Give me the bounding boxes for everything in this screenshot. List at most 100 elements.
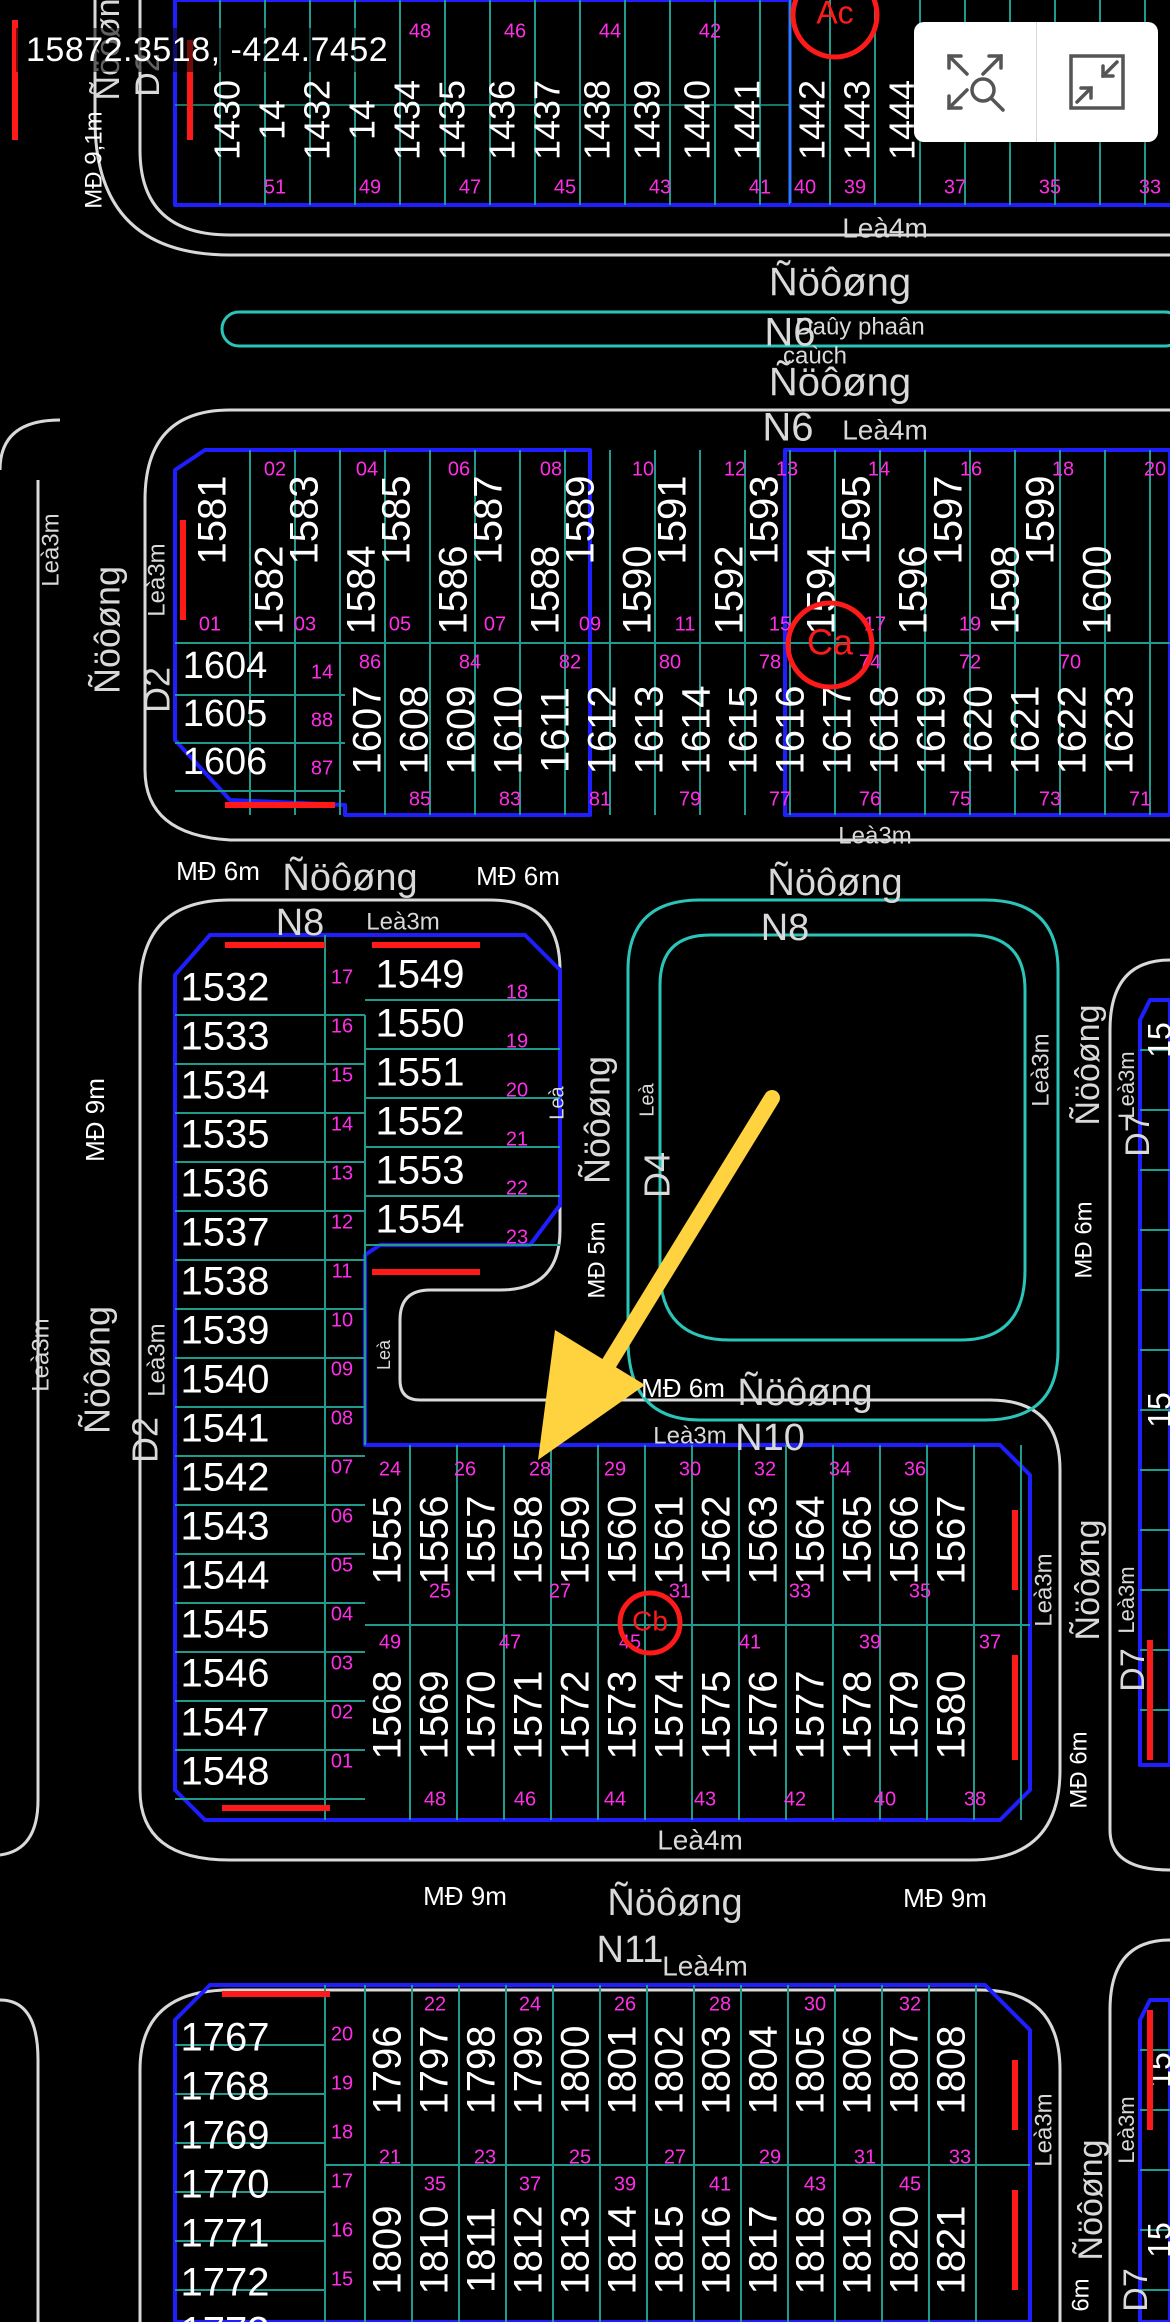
street-name: Ñöôøng (767, 861, 902, 904)
lot-number: 1582 (248, 546, 292, 635)
street-name: D7 (1119, 1113, 1157, 1156)
lot-number: 1620 (957, 686, 1001, 775)
lot-id: 49 (359, 176, 381, 198)
exit-fullscreen-button[interactable] (1035, 22, 1159, 142)
lot-number: 1805 (789, 2026, 833, 2115)
lot-id: 73 (1039, 788, 1061, 810)
lot-number: 1606 (183, 741, 268, 783)
street-name: Ñöôøng (77, 1306, 118, 1434)
lot-number: 1557 (460, 1496, 504, 1585)
lot-number: 1581 (191, 476, 235, 565)
lot-number: 1559 (554, 1496, 598, 1585)
street-name: D7 (1114, 1648, 1152, 1691)
lot-number: 1615 (722, 686, 766, 775)
cad-map-viewer[interactable]: 1430 14 1432 14 1434 1435 1436 1437 1438 1439 1440… (0, 0, 1170, 2322)
lot-id: 05 (389, 613, 411, 635)
lot-id: 16 (331, 1015, 353, 1037)
lot-number: 15 (1141, 2222, 1170, 2258)
lot-number: 1613 (628, 686, 672, 775)
lot-number: 1604 (183, 645, 268, 687)
lot-id: 10 (632, 458, 654, 480)
lot-number: 1610 (487, 686, 531, 775)
lot-number: 1816 (695, 2206, 739, 2295)
lot-number: 1553 (376, 1149, 465, 1193)
lot-id: 14 (311, 661, 333, 683)
lot-id: 16 (960, 458, 982, 480)
lot-id: 12 (724, 458, 746, 480)
lot-number: 1430 (207, 80, 248, 160)
road-width-label: MĐ 6m (1070, 1201, 1097, 1278)
lot-id: 46 (514, 1788, 536, 1810)
lot-number: 1560 (601, 1496, 645, 1585)
sidewalk-label: Leà3m (1114, 2096, 1139, 2163)
lot-number: 1809 (366, 2206, 410, 2295)
lot-number: 1616 (769, 686, 813, 775)
lot-number: 1611 (534, 687, 578, 773)
lot-number: 1821 (930, 2206, 974, 2295)
lot-number: 1617 (816, 686, 860, 775)
lot-number: 1612 (581, 686, 625, 775)
lot-id: 75 (949, 788, 971, 810)
road-width-label: MĐ 6m (1065, 1731, 1092, 1808)
lot-number: 1808 (930, 2026, 974, 2115)
lot-number: 1618 (863, 686, 907, 775)
lot-id: 33 (949, 2146, 971, 2168)
lot-number: 1771 (181, 2212, 270, 2256)
lot-id: 08 (540, 458, 562, 480)
lot-id: 34 (829, 1458, 851, 1480)
street-name: Ñöôøng (1069, 1005, 1107, 1126)
road-width-label: MĐ 9,1m (80, 111, 107, 208)
lot-id: 31 (669, 1580, 691, 1602)
sidewalk-label: Leà3m (1027, 1033, 1054, 1106)
lot-number: 1608 (393, 686, 437, 775)
lot-number: 1566 (883, 1496, 927, 1585)
lot-id: 11 (332, 1260, 353, 1282)
lot-number: 1614 (675, 686, 719, 775)
lot-number: 1609 (440, 686, 484, 775)
road-width-label: MĐ 5m (583, 1221, 610, 1298)
lot-number: 1569 (413, 1671, 457, 1760)
lot-id: 07 (331, 1456, 353, 1478)
lot-number: 1769 (181, 2114, 270, 2158)
lot-number: 15 (1141, 1392, 1170, 1428)
site-plan-map[interactable]: 1430 14 1432 14 1434 1435 1436 1437 1438 1439 1440… (0, 0, 1170, 2322)
sidewalk-label: Leà3m (27, 1318, 54, 1391)
divider-label: Daûy phaân (795, 313, 924, 340)
lot-number: 1798 (460, 2026, 504, 2115)
lot-id: 25 (429, 1580, 451, 1602)
lot-number: 1435 (432, 80, 473, 160)
lot-number: 1441 (727, 80, 768, 160)
sidewalk-label: Leà (546, 1085, 568, 1119)
lot-number: 1443 (837, 80, 878, 160)
lot-number: 1573 (601, 1671, 645, 1760)
lot-id: 42 (784, 1788, 806, 1810)
lot-id: 35 (424, 2173, 446, 2195)
lot-id: 43 (804, 2173, 826, 2195)
lot-id: 45 (899, 2173, 921, 2195)
lot-id: 23 (506, 1226, 528, 1248)
coordinate-readout: 15872.3518, -424.7452 (16, 28, 399, 72)
sidewalk-label: Leà3m (366, 908, 439, 935)
lot-number: 14 (252, 100, 293, 140)
lot-id: 22 (424, 1993, 446, 2015)
lot-number: 1545 (181, 1603, 270, 1647)
lot-id: 30 (804, 1993, 826, 2015)
sidewalk-label: Leà3m (37, 513, 64, 586)
lot-number: 1544 (181, 1554, 270, 1598)
lot-number: 1564 (789, 1496, 833, 1585)
lot-number: 1536 (181, 1162, 270, 1206)
lot-id: 26 (614, 1993, 636, 2015)
lot-number: 1623 (1098, 686, 1142, 775)
lot-id: 87 (311, 757, 333, 779)
lot-number: 1607 (346, 686, 390, 775)
zoom-extents-button[interactable] (914, 22, 1036, 142)
lot-number: 1532 (181, 966, 270, 1010)
sidewalk-label: Leà3m (1030, 1553, 1057, 1626)
lot-id: 19 (506, 1030, 528, 1052)
lot-id: 18 (331, 2121, 353, 2143)
lot-number: 1596 (892, 546, 936, 635)
sidewalk-label: Leà4m (657, 1824, 743, 1855)
sidewalk-label: Leà (636, 1082, 658, 1116)
lot-number: 1773 (181, 2310, 270, 2322)
lot-id: 32 (754, 1458, 776, 1480)
